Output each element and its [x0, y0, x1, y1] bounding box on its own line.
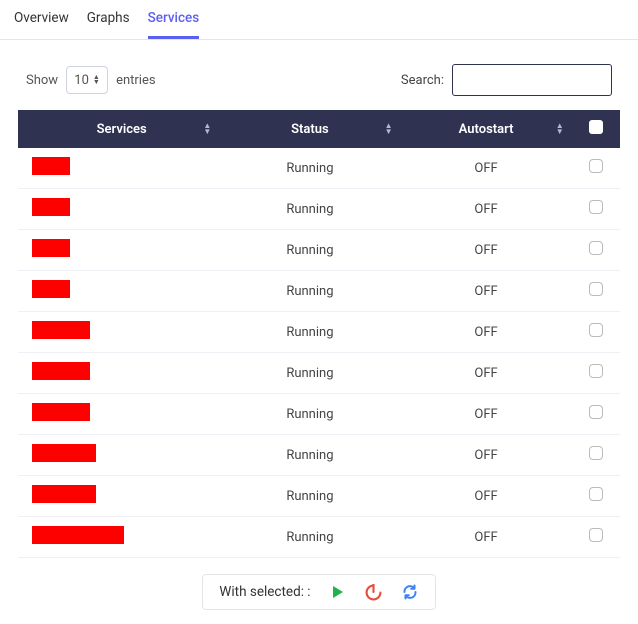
- cell-status: Running: [219, 271, 400, 312]
- cell-select: [572, 312, 620, 353]
- row-checkbox[interactable]: [589, 200, 603, 214]
- cell-autostart: OFF: [401, 353, 572, 394]
- table-row: RunningOFF: [18, 517, 620, 558]
- table-row: RunningOFF: [18, 476, 620, 517]
- cell-service-name: [18, 517, 219, 558]
- page-size-select[interactable]: 10 ▲▼: [66, 66, 108, 94]
- row-checkbox[interactable]: [589, 282, 603, 296]
- table-header-row: Services ▲▼ Status ▲▼ Autostart ▲▼: [18, 110, 620, 148]
- redacted-block: [32, 321, 90, 339]
- cell-autostart: OFF: [401, 476, 572, 517]
- cell-autostart: OFF: [401, 271, 572, 312]
- table-row: RunningOFF: [18, 189, 620, 230]
- table-row: RunningOFF: [18, 353, 620, 394]
- redacted-block: [32, 280, 70, 298]
- table-row: RunningOFF: [18, 230, 620, 271]
- tab-graphs[interactable]: Graphs: [87, 10, 130, 39]
- cell-autostart: OFF: [401, 189, 572, 230]
- row-checkbox[interactable]: [589, 405, 603, 419]
- sort-icon: ▲▼: [385, 123, 393, 135]
- cell-status: Running: [219, 189, 400, 230]
- row-checkbox[interactable]: [589, 159, 603, 173]
- cell-service-name: [18, 394, 219, 435]
- show-label: Show: [26, 73, 58, 88]
- table-row: RunningOFF: [18, 148, 620, 189]
- cell-autostart: OFF: [401, 435, 572, 476]
- bulk-action-bar: With selected: :: [202, 574, 435, 610]
- cell-autostart: OFF: [401, 148, 572, 189]
- cell-service-name: [18, 476, 219, 517]
- cell-select: [572, 148, 620, 189]
- cell-autostart: OFF: [401, 312, 572, 353]
- tab-bar: Overview Graphs Services: [0, 0, 638, 40]
- cell-select: [572, 271, 620, 312]
- cell-status: Running: [219, 435, 400, 476]
- cell-autostart: OFF: [401, 394, 572, 435]
- cell-select: [572, 230, 620, 271]
- cell-service-name: [18, 312, 219, 353]
- redacted-block: [32, 362, 90, 380]
- cell-autostart: OFF: [401, 517, 572, 558]
- cell-status: Running: [219, 312, 400, 353]
- tab-services[interactable]: Services: [148, 10, 200, 39]
- cell-service-name: [18, 189, 219, 230]
- column-header-status[interactable]: Status ▲▼: [219, 110, 400, 148]
- search-input[interactable]: [452, 64, 612, 96]
- cell-select: [572, 517, 620, 558]
- cell-status: Running: [219, 353, 400, 394]
- table-row: RunningOFF: [18, 394, 620, 435]
- row-checkbox[interactable]: [589, 487, 603, 501]
- stop-icon[interactable]: [365, 583, 383, 601]
- cell-service-name: [18, 271, 219, 312]
- page-size-value: 10: [74, 73, 89, 88]
- table-row: RunningOFF: [18, 271, 620, 312]
- table-row: RunningOFF: [18, 312, 620, 353]
- cell-select: [572, 189, 620, 230]
- cell-status: Running: [219, 517, 400, 558]
- cell-select: [572, 353, 620, 394]
- tab-overview[interactable]: Overview: [14, 10, 69, 39]
- redacted-block: [32, 403, 90, 421]
- sort-icon: ▲▼: [203, 123, 211, 135]
- cell-select: [572, 394, 620, 435]
- row-checkbox[interactable]: [589, 323, 603, 337]
- redacted-block: [32, 485, 96, 503]
- table-row: RunningOFF: [18, 435, 620, 476]
- redacted-block: [32, 444, 96, 462]
- table-controls: Show 10 ▲▼ entries Search:: [0, 40, 638, 110]
- row-checkbox[interactable]: [589, 446, 603, 460]
- row-checkbox[interactable]: [589, 364, 603, 378]
- row-checkbox[interactable]: [589, 528, 603, 542]
- select-caret-icon: ▲▼: [93, 75, 100, 85]
- cell-status: Running: [219, 394, 400, 435]
- row-checkbox[interactable]: [589, 241, 603, 255]
- cell-select: [572, 476, 620, 517]
- services-table: Services ▲▼ Status ▲▼ Autostart ▲▼ Runni…: [18, 110, 620, 558]
- cell-service-name: [18, 353, 219, 394]
- cell-select: [572, 435, 620, 476]
- sort-icon: ▲▼: [556, 123, 564, 135]
- column-header-autostart[interactable]: Autostart ▲▼: [401, 110, 572, 148]
- column-header-select-all[interactable]: [572, 110, 620, 148]
- cell-service-name: [18, 148, 219, 189]
- redacted-block: [32, 198, 70, 216]
- with-selected-label: With selected: :: [219, 584, 310, 600]
- redacted-block: [32, 157, 70, 175]
- select-all-checkbox[interactable]: [589, 120, 603, 134]
- redacted-block: [32, 526, 124, 544]
- cell-service-name: [18, 435, 219, 476]
- cell-autostart: OFF: [401, 230, 572, 271]
- refresh-icon[interactable]: [401, 583, 419, 601]
- cell-status: Running: [219, 230, 400, 271]
- cell-status: Running: [219, 476, 400, 517]
- redacted-block: [32, 239, 70, 257]
- column-header-services[interactable]: Services ▲▼: [18, 110, 219, 148]
- search-label: Search:: [401, 73, 444, 88]
- start-icon[interactable]: [329, 583, 347, 601]
- cell-status: Running: [219, 148, 400, 189]
- entries-label: entries: [116, 73, 156, 88]
- cell-service-name: [18, 230, 219, 271]
